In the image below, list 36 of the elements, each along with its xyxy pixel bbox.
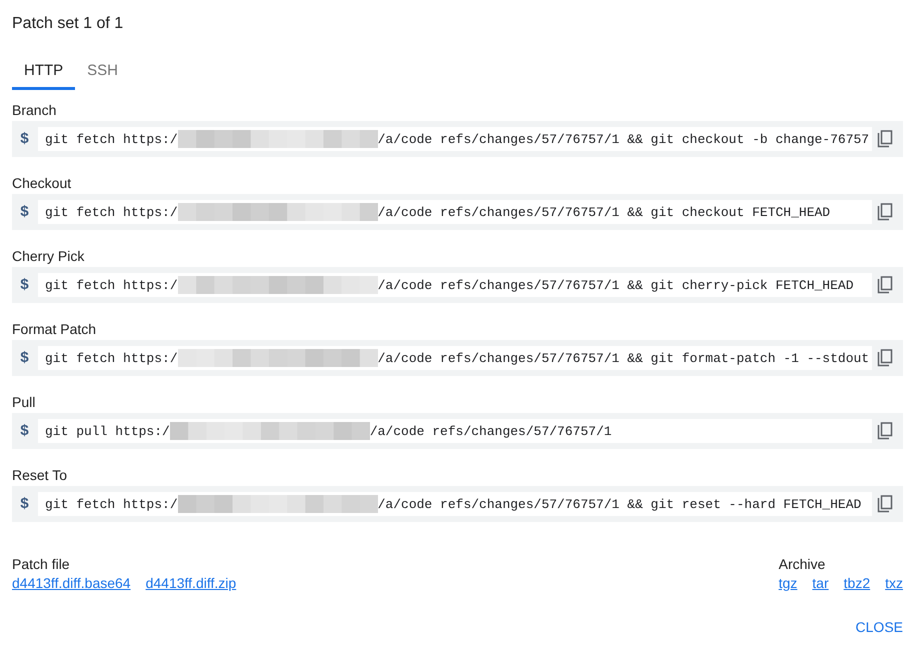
copy-icon[interactable] (877, 130, 893, 148)
prompt-sign: $ (20, 496, 30, 512)
command-label: Pull (12, 394, 36, 412)
copy-icon[interactable] (877, 203, 893, 221)
command-field[interactable]: git fetch https:/ /a/code refs/changes/57/76757/1 && git checkout FETCH_HEAD (38, 200, 872, 224)
command-field[interactable]: git fetch https:/ /a/code refs/changes/57/76757/1 && git checkout -b change-76757 (38, 127, 872, 151)
command-field[interactable]: git fetch https:/ /a/code refs/changes/57/76757/1 && git reset --hard FETCH_HEAD (38, 492, 872, 516)
prompt-sign: $ (20, 422, 30, 440)
archive-label: Archive (778, 556, 826, 572)
command-field[interactable]: git fetch https:/ /a/code refs/changes/57/76757/1 && git format-patch -1 --stdout (38, 346, 872, 370)
tab[interactable]: HTTP (12, 62, 76, 90)
tab[interactable]: SSH (75, 62, 130, 90)
copy-icon[interactable] (877, 349, 893, 367)
prompt-sign: $ (20, 276, 30, 294)
download-link[interactable]: d4413ff.diff.zip (146, 575, 236, 591)
archive-link[interactable]: txz (885, 575, 903, 591)
copy-icon[interactable] (877, 495, 893, 513)
archive-link[interactable]: tbz2 (844, 575, 870, 591)
command-label: Checkout (12, 175, 72, 193)
command-field[interactable]: git pull https:/ /a/code refs/changes/57/76757/1 (38, 419, 872, 443)
command-label: Format Patch (12, 321, 98, 339)
command-label: Branch (12, 102, 58, 120)
command-field[interactable]: git fetch https:/ /a/code refs/changes/57/76757/1 && git cherry-pick FETCH_HEAD (38, 273, 872, 297)
command-label: Reset To (12, 467, 68, 485)
dialog-title: Patch set 1 of 1 (12, 15, 124, 34)
prompt-sign: $ (20, 350, 30, 366)
prompt-sign: $ (20, 130, 30, 148)
copy-icon[interactable] (877, 276, 893, 294)
download-link[interactable]: d4413ff.diff.base64 (12, 575, 131, 591)
archive-link[interactable]: tgz (778, 575, 798, 591)
archive-link[interactable]: tar (812, 575, 829, 591)
patch-file-label: Patch file (12, 556, 71, 572)
prompt-sign: $ (20, 204, 30, 220)
close-button[interactable]: CLOSE (856, 615, 903, 639)
command-label: Cherry Pick (12, 248, 86, 266)
copy-icon[interactable] (877, 422, 893, 440)
